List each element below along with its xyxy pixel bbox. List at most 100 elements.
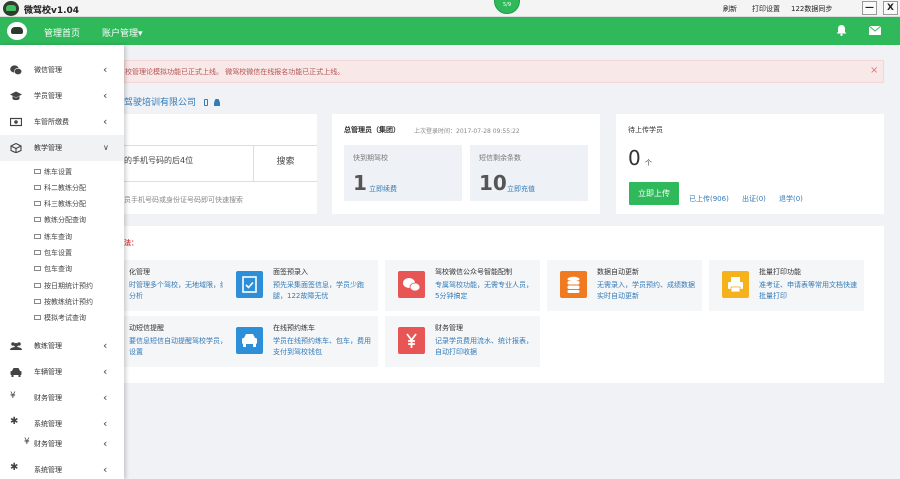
- feature-tile[interactable]: 面签预录入 预先采集面签信息，学员少跑腿，122故障无忧: [223, 260, 378, 311]
- certified-link[interactable]: 出证(0): [742, 194, 766, 204]
- feature-title: 面签预录入: [273, 268, 308, 276]
- sidebar-subitem[interactable]: 科三教练分配: [0, 196, 124, 212]
- feature-tile[interactable]: 批量打印功能 准考证、申请表等常用文档快速批量打印: [709, 260, 864, 311]
- gear-icon: ✱: [10, 462, 19, 473]
- nav-home[interactable]: 管理首页: [44, 26, 80, 39]
- pending-upload-card: 待上传学员 0 个 立即上传 已上传(906) 出证(0) 退学(0): [616, 114, 884, 214]
- feature-tile[interactable]: 数据自动更新 无需录入，学员预约、成绩数据实时自动更新: [547, 260, 702, 311]
- mobile-icon[interactable]: [203, 99, 208, 106]
- nav-logo-icon[interactable]: [7, 22, 27, 40]
- pending-upload-unit: 个: [645, 159, 652, 167]
- list-icon: [34, 266, 41, 271]
- feature-desc: 专属驾校功能，无需专业人员，5分钟搞定: [435, 281, 533, 300]
- sidebar-item-dmv-fees[interactable]: 车管所缴费 ‹: [0, 109, 124, 135]
- chevron-left-icon: ‹: [103, 437, 108, 450]
- minimize-button[interactable]: —: [862, 1, 877, 15]
- search-card: 的手机号码的后4位 搜索 员手机号码或身份证号码即可快速搜索: [124, 114, 317, 214]
- chevron-down-icon: ∨: [103, 143, 109, 152]
- feature-desc: 记录学员费用流水、统计报表，自动打印收据: [435, 337, 533, 356]
- sidebar-item-label: 财务管理: [34, 394, 62, 402]
- chevron-left-icon: ‹: [103, 89, 108, 102]
- sidebar-item-system-2[interactable]: ✱ 系统管理 ‹: [0, 457, 124, 479]
- chevron-left-icon: ‹: [103, 63, 108, 76]
- list-icon: [34, 217, 41, 222]
- wechat-icon: [398, 271, 425, 298]
- announcement-alert: 校管理论模拟功能已正式上线。 微驾校微信在线报名功能已正式上线。 ×: [124, 60, 884, 83]
- sidebar-subitem[interactable]: 科二教练分配: [0, 180, 124, 196]
- feature-title: 在线预约练车: [273, 324, 315, 332]
- uploaded-link[interactable]: 已上传(906): [689, 194, 729, 204]
- feature-title: 驾校微信公众号智能配制: [435, 268, 512, 276]
- sms-balance-label: 短信剩余条数: [479, 154, 521, 162]
- sidebar-subitem[interactable]: 包车查询: [0, 261, 124, 277]
- chevron-left-icon: ‹: [103, 463, 108, 476]
- feature-desc: 准考证、申请表等常用文档快速批量打印: [759, 281, 857, 300]
- users-icon: [10, 342, 22, 350]
- sidebar-item-finance-2[interactable]: ¥ 财务管理 ‹: [0, 431, 124, 457]
- last-login-time: 上次登录时间：2017-07-28 09:55:22: [414, 128, 520, 135]
- sidebar-item-label: 教练管理: [34, 342, 62, 350]
- print-settings-link[interactable]: 打印设置: [752, 4, 780, 14]
- sidebar-subitem-label: 按日期统计预约: [44, 282, 93, 290]
- list-icon: [34, 185, 41, 190]
- renew-now-link[interactable]: 立即续费: [369, 184, 397, 194]
- sidebar-item-coaches[interactable]: 教练管理 ‹: [0, 333, 124, 359]
- search-input-text: 的手机号码的后4位: [124, 156, 194, 165]
- list-icon: [34, 283, 41, 288]
- list-icon: [34, 250, 41, 255]
- alert-close-icon[interactable]: ×: [870, 65, 878, 76]
- feature-tile[interactable]: 驾校微信公众号智能配制 专属驾校功能，无需专业人员，5分钟搞定: [385, 260, 540, 311]
- sidebar-item-label: 系统管理: [34, 466, 62, 474]
- admin-title: 总管理员（集团）: [344, 126, 400, 134]
- sidebar-item-label: 系统管理: [34, 420, 62, 428]
- feature-tile[interactable]: 在线预约练车 学员在线预约练车、包车，费用支付到驾校钱包: [223, 316, 378, 367]
- list-icon: [34, 234, 41, 239]
- wechat-icon: [10, 65, 22, 75]
- sidebar-subitem-label: 包车查询: [44, 265, 72, 273]
- bell-icon[interactable]: [836, 24, 847, 36]
- sidebar-subitem[interactable]: 教练分配查询: [0, 212, 124, 228]
- mail-icon[interactable]: [869, 26, 881, 35]
- chevron-left-icon: ‹: [103, 391, 108, 404]
- sidebar-subitem[interactable]: 按教练统计预约: [0, 294, 124, 310]
- sidebar-item-finance[interactable]: ¥ 财务管理 ‹: [0, 385, 124, 411]
- features-card: 法： 化管理 时管理多个驾校，无地域限，综合统计分析 面签预录入 预先采集面签信…: [101, 226, 884, 383]
- app-title: 微驾校v1.04: [24, 6, 80, 16]
- company-name-text: 驾驶培训有限公司: [124, 98, 197, 108]
- sidebar-item-wechat[interactable]: 微信管理 ‹: [0, 57, 124, 83]
- graduation-cap-icon: [10, 91, 22, 101]
- sidebar-item-students[interactable]: 学员管理 ‹: [0, 83, 124, 109]
- chevron-left-icon: ‹: [103, 115, 108, 128]
- chevron-left-icon: ‹: [103, 339, 108, 352]
- feature-tile[interactable]: 财务管理 记录学员费用流水、统计报表，自动打印收据: [385, 316, 540, 367]
- admin-info-card: 总管理员（集团） 上次登录时间：2017-07-28 09:55:22 快到期驾…: [332, 114, 600, 214]
- sidebar-item-label: 学员管理: [34, 92, 62, 100]
- sidebar-subitem[interactable]: 包车设置: [0, 245, 124, 261]
- sidebar-subitem-label: 模拟考试查询: [44, 314, 86, 322]
- sync-122-link[interactable]: 122数据同步: [791, 4, 832, 14]
- sidebar-item-vehicles[interactable]: 车辆管理 ‹: [0, 359, 124, 385]
- upload-now-button[interactable]: 立即上传: [629, 182, 679, 205]
- expiring-schools-count: 1: [353, 171, 367, 195]
- sidebar-item-label: 车管所缴费: [34, 118, 69, 126]
- feature-desc: 预先采集面签信息，学员少跑腿，122故障无忧: [273, 281, 364, 300]
- sms-balance-box: 短信剩余条数 10 立即充值: [470, 145, 588, 201]
- refresh-link[interactable]: 刷新: [723, 4, 737, 14]
- sidebar-subitem-label: 按教练统计预约: [44, 298, 93, 306]
- sidebar-subitem[interactable]: 模拟考试查询: [0, 310, 124, 326]
- nav-account-menu[interactable]: 账户管理▾: [102, 26, 143, 39]
- withdrawn-link[interactable]: 退学(0): [779, 194, 803, 204]
- sidebar-subitem-label: 教练分配查询: [44, 216, 86, 224]
- sidebar-subitem-label: 练车查询: [44, 233, 72, 241]
- alert-text: 校管理论模拟功能已正式上线。 微驾校微信在线报名功能已正式上线。: [125, 68, 345, 76]
- close-window-button[interactable]: X: [883, 1, 898, 15]
- expiring-schools-box: 快到期驾校 1 立即续费: [344, 145, 462, 201]
- user-icon[interactable]: [213, 99, 220, 106]
- sidebar-item-label: 教学管理: [34, 144, 62, 152]
- sidebar-subitem[interactable]: 按日期统计预约: [0, 278, 124, 294]
- recharge-now-link[interactable]: 立即充值: [507, 184, 535, 194]
- sidebar-subitem[interactable]: 练车查询: [0, 229, 124, 245]
- sidebar-item-teaching[interactable]: 教学管理 ∨: [0, 135, 124, 161]
- sidebar-subitem[interactable]: 练车设置: [0, 164, 124, 180]
- search-button[interactable]: 搜索: [253, 145, 317, 182]
